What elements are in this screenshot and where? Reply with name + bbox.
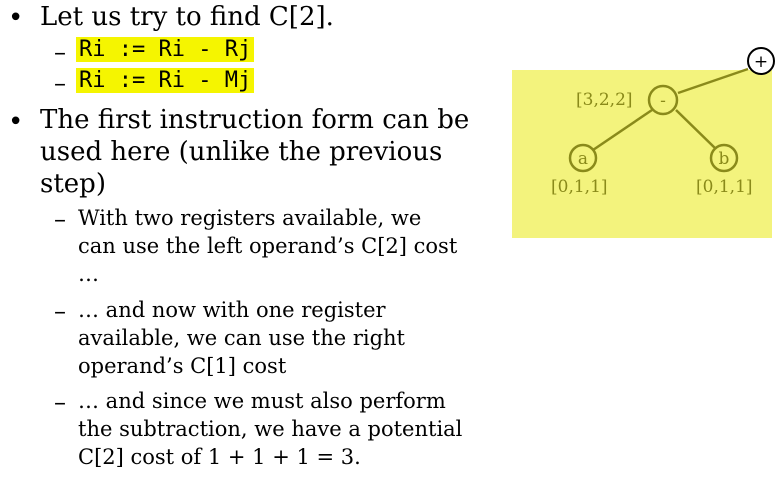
edge-root-minus [677, 67, 749, 95]
leaf-a-symbol: a [578, 149, 588, 169]
minus-node-symbol: - [660, 91, 666, 111]
leaf-b-cost: [0,1,1] [696, 177, 753, 197]
edge-minus-b [675, 109, 718, 151]
root-node-symbol: + [754, 52, 768, 72]
leaf-a-cost: [0,1,1] [551, 177, 608, 197]
minus-node-cost: [3,2,2] [576, 90, 633, 110]
expression-tree: + - [3,2,2] a [0,1,1] b [0,1,1] [551, 47, 775, 197]
edge-minus-a [592, 108, 653, 152]
leaf-b-symbol: b [719, 149, 730, 169]
